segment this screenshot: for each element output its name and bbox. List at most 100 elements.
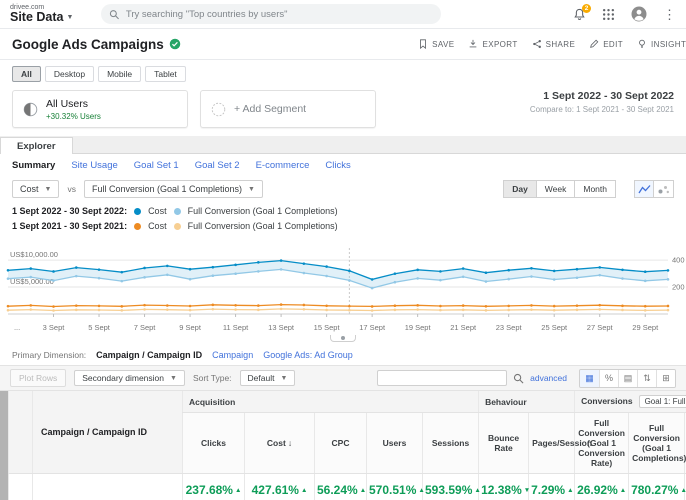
metric-selector-1[interactable]: Cost ▼ bbox=[12, 180, 60, 198]
insights-button[interactable]: INSIGHTS bbox=[637, 39, 686, 49]
subnav-summary[interactable]: Summary bbox=[12, 160, 55, 171]
global-search[interactable] bbox=[101, 4, 442, 24]
dimension-ad-group[interactable]: Google Ads: Ad Group bbox=[263, 350, 353, 360]
summary-metric: 593.59%▲ 34,944 vs 5,038 bbox=[421, 473, 481, 500]
annotations-drawer-toggle[interactable] bbox=[330, 335, 356, 342]
trend-up-icon: ▲ bbox=[474, 487, 481, 494]
row-select-cell bbox=[8, 473, 33, 500]
view-performance-icon[interactable]: ▤ bbox=[618, 369, 637, 387]
x-axis-label: 27 Sept bbox=[586, 323, 613, 332]
legend-previous-period: 1 Sept 2021 - 30 Sept 2021: bbox=[12, 221, 128, 231]
search-input[interactable] bbox=[125, 8, 434, 20]
plot-rows-button[interactable]: Plot Rows bbox=[10, 369, 67, 387]
dimension-column-header[interactable]: Campaign / Campaign ID bbox=[32, 391, 183, 474]
x-axis-label: 3 Sept bbox=[42, 323, 65, 332]
column-header-completions[interactable]: Full Conversion (Goal 1 Completions) bbox=[628, 412, 686, 474]
chevron-down-icon: ▼ bbox=[248, 185, 255, 193]
column-header-users[interactable]: Users bbox=[366, 412, 423, 474]
motion-chart-view-button[interactable] bbox=[654, 180, 674, 198]
summary-metric: 12.38%▼ 43.99% vs 50.20% bbox=[478, 473, 531, 500]
add-segment-label: + Add Segment bbox=[234, 103, 307, 115]
view-comparison-icon[interactable]: ⇅ bbox=[637, 369, 656, 387]
search-icon bbox=[110, 9, 120, 19]
segment-all-users[interactable]: All Users +30.32% Users bbox=[12, 90, 188, 128]
subnav-goal-set-2[interactable]: Goal Set 2 bbox=[195, 160, 240, 171]
device-tab-all[interactable]: All bbox=[12, 66, 41, 82]
x-axis-label: 13 Sept bbox=[268, 323, 295, 332]
summary-metric: 780.27%▲ 8,222 vs 934 bbox=[628, 473, 686, 500]
column-header-pages-session[interactable]: Pages/Session bbox=[528, 412, 592, 474]
subnav-goal-set-1[interactable]: Goal Set 1 bbox=[134, 160, 179, 171]
column-header-sessions[interactable]: Sessions bbox=[421, 412, 479, 474]
device-tab-mobile[interactable]: Mobile bbox=[98, 66, 142, 82]
granularity-month[interactable]: Month bbox=[575, 180, 616, 198]
chart-x-axis-labels: ... 3 Sept 5 Sept 7 Sept 9 Sept 11 Sept 13 Sep… bbox=[0, 322, 686, 335]
trend-up-icon: ▲ bbox=[619, 487, 627, 494]
page-title: Google Ads Campaigns bbox=[12, 36, 164, 52]
device-tab-desktop[interactable]: Desktop bbox=[44, 66, 95, 82]
table-group-header-row: Campaign / Campaign ID Acquisition Behav… bbox=[8, 391, 686, 474]
sort-type-selector[interactable]: Default ▼ bbox=[239, 370, 296, 386]
subnav-site-usage[interactable]: Site Usage bbox=[71, 160, 117, 171]
apps-grid-icon[interactable] bbox=[602, 8, 615, 21]
subnav-clicks[interactable]: Clicks bbox=[325, 160, 350, 171]
trend-down-icon: ▼ bbox=[523, 487, 531, 494]
secondary-dimension-selector[interactable]: Secondary dimension ▼ bbox=[74, 370, 185, 386]
x-axis-label: 15 Sept bbox=[313, 323, 340, 332]
view-table-icon[interactable]: ▦ bbox=[580, 369, 599, 387]
trend-up-icon: ▲ bbox=[359, 487, 367, 494]
top-bar: drivee.com Site Data ▼ 2 bbox=[0, 0, 686, 28]
edit-button[interactable]: EDIT bbox=[589, 39, 623, 49]
line-chart-icon bbox=[637, 184, 650, 193]
compare-date-range: Compare to: 1 Sept 2021 - 30 Sept 2021 bbox=[529, 105, 674, 114]
column-header-cpc[interactable]: CPC bbox=[314, 412, 367, 474]
svg-text:200: 200 bbox=[672, 283, 685, 292]
subnav-ecommerce[interactable]: E-commerce bbox=[256, 160, 310, 171]
add-segment-button[interactable]: + Add Segment bbox=[200, 90, 376, 128]
x-axis-label: 11 Sept bbox=[222, 323, 249, 332]
summary-metric: 26.92%▲ 23.54% vs 18.54% bbox=[574, 473, 629, 500]
trend-chart[interactable]: US$10,000.00 400 US$5,000.00 200 ... 3 Sept 5… bbox=[0, 240, 686, 342]
save-button[interactable]: SAVE bbox=[418, 39, 454, 49]
avatar[interactable] bbox=[631, 6, 647, 22]
trend-up-icon: ▲ bbox=[300, 487, 308, 494]
view-pivot-icon[interactable]: ⊞ bbox=[656, 369, 675, 387]
sort-type-label: Sort Type: bbox=[192, 373, 232, 383]
summary-dimension-cell bbox=[32, 473, 183, 500]
granularity-day[interactable]: Day bbox=[503, 180, 537, 198]
legend-current-period: 1 Sept 2022 - 30 Sept 2022: bbox=[12, 206, 128, 216]
view-percentage-icon[interactable]: % bbox=[599, 369, 618, 387]
account-switcher[interactable]: drivee.com Site Data ▼ bbox=[10, 4, 73, 24]
verified-check-icon bbox=[169, 38, 181, 50]
legend-dot-cost-previous bbox=[134, 222, 142, 230]
column-header-cost[interactable]: Cost ↓ bbox=[244, 412, 315, 474]
export-button[interactable]: EXPORT bbox=[468, 39, 517, 49]
bookmark-icon bbox=[420, 39, 427, 49]
x-axis-label: 17 Sept bbox=[359, 323, 386, 332]
dimension-campaign[interactable]: Campaign bbox=[212, 350, 253, 360]
share-button[interactable]: SHARE bbox=[532, 39, 576, 49]
line-chart-view-button[interactable] bbox=[634, 180, 654, 198]
x-axis-label: 7 Sept bbox=[133, 323, 156, 332]
conversion-goal-selector[interactable]: Goal 1: Full Conversion ▼ bbox=[638, 395, 686, 408]
table-view-switcher: ▦ % ▤ ⇅ ⊞ bbox=[579, 368, 676, 388]
column-header-bounce-rate[interactable]: Bounce Rate bbox=[478, 412, 529, 474]
granularity-week[interactable]: Week bbox=[536, 180, 576, 198]
summary-metric: 237.68%▲ 33,201 vs 9,832 bbox=[182, 473, 245, 500]
chart-canvas[interactable]: US$10,000.00400US$5,000.00200 bbox=[0, 240, 686, 322]
summary-metric: 7.29%▲ 5.09 vs 4.74 bbox=[528, 473, 575, 500]
metric-selector-2[interactable]: Full Conversion (Goal 1 Completions) ▼ bbox=[83, 180, 263, 198]
column-header-clicks[interactable]: Clicks bbox=[182, 412, 245, 474]
kebab-menu-icon[interactable]: ⋮ bbox=[663, 8, 676, 21]
tab-explorer[interactable]: Explorer bbox=[0, 137, 73, 154]
share-icon bbox=[532, 40, 541, 48]
device-tab-tablet[interactable]: Tablet bbox=[145, 66, 186, 82]
table-search-icon[interactable] bbox=[513, 373, 524, 384]
notifications-button[interactable]: 2 bbox=[573, 3, 591, 21]
dimension-campaign-id[interactable]: Campaign / Campaign ID bbox=[96, 350, 202, 360]
report-tab-strip: Explorer bbox=[0, 136, 686, 154]
advanced-filter-link[interactable]: advanced bbox=[530, 373, 567, 383]
add-segment-circle-icon bbox=[211, 102, 226, 116]
table-search-input[interactable] bbox=[377, 370, 508, 386]
date-range-selector[interactable]: 1 Sept 2022 - 30 Sept 2022 Compare to: 1… bbox=[530, 90, 674, 114]
